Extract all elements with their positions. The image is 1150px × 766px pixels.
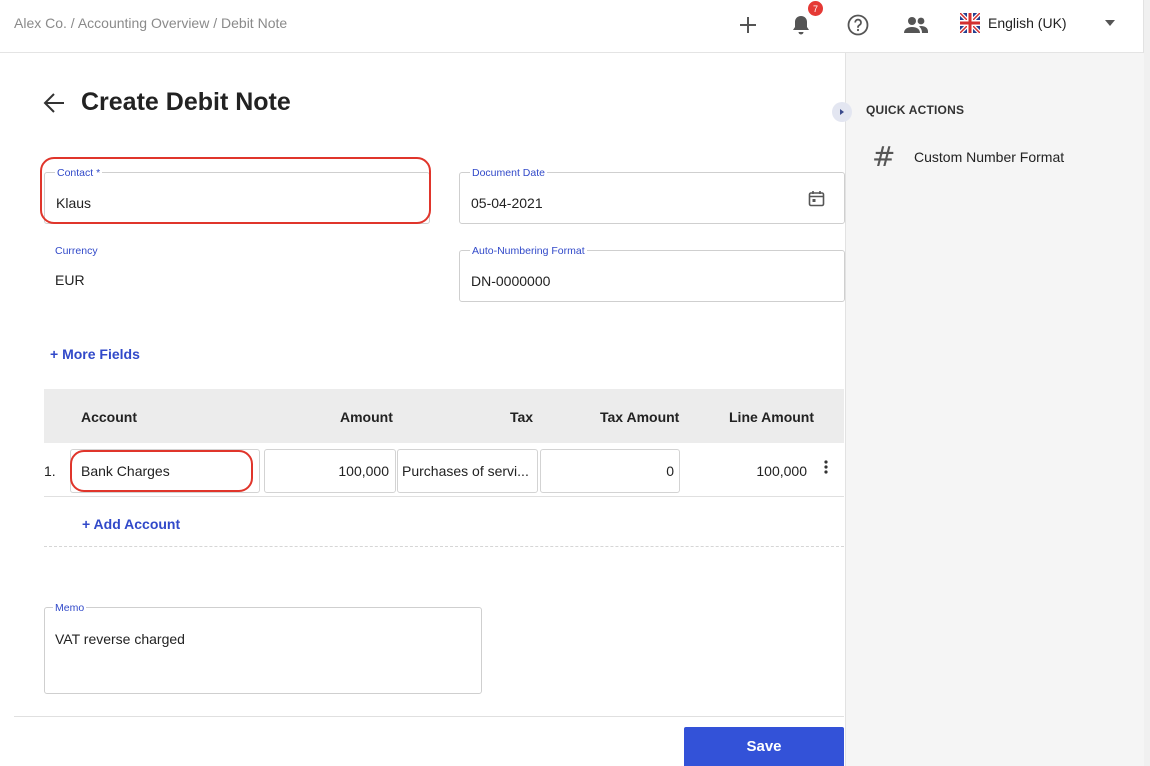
- quick-action-custom-number-format[interactable]: # Custom Number Format: [872, 140, 1064, 173]
- quick-action-label: Custom Number Format: [914, 148, 1065, 165]
- add-account-link[interactable]: + Add Account: [82, 516, 180, 532]
- breadcrumb-separator: /: [66, 15, 78, 31]
- breadcrumb-separator: /: [209, 15, 222, 31]
- line-amount-value: 100,000: [756, 463, 807, 479]
- breadcrumb-item-debit-note: Debit Note: [221, 15, 288, 31]
- panel-toggle-button[interactable]: [832, 102, 852, 122]
- bell-icon: [793, 16, 809, 35]
- breadcrumb-item-company[interactable]: Alex Co.: [14, 15, 67, 31]
- dashed-divider: [44, 546, 844, 547]
- add-button[interactable]: [733, 10, 763, 40]
- language-selector[interactable]: English (UK): [960, 13, 1067, 33]
- more-vertical-icon[interactable]: [822, 460, 830, 474]
- account-highlight: [70, 450, 253, 492]
- language-label: English (UK): [988, 15, 1067, 31]
- currency-value: EUR: [55, 272, 85, 288]
- auto-numbering-value: DN-0000000: [471, 273, 551, 289]
- row-divider: [44, 496, 844, 497]
- column-header-line-amount: Line Amount: [729, 409, 815, 425]
- plus-icon: [740, 17, 756, 33]
- column-header-account: Account: [81, 409, 137, 425]
- page-title: Create Debit Note: [81, 88, 291, 116]
- row-index: 1.: [44, 463, 56, 479]
- table-header: Account Amount Tax Tax Amount Line Amoun…: [44, 389, 844, 443]
- memo-value: VAT reverse charged: [55, 631, 185, 647]
- save-button[interactable]: Save: [684, 727, 844, 766]
- calendar-icon[interactable]: [808, 190, 825, 207]
- tax-select[interactable]: Purchases of servi...: [397, 449, 538, 493]
- amount-value: 100,000: [338, 463, 389, 479]
- tax-value: Purchases of servi...: [402, 463, 529, 479]
- scrollbar-track[interactable]: [1143, 0, 1150, 766]
- tax-amount-value: 0: [666, 463, 674, 479]
- users-icon: [904, 17, 928, 33]
- quick-actions-title: QUICK ACTIONS: [866, 103, 965, 117]
- memo-field[interactable]: Memo VAT reverse charged: [44, 602, 482, 694]
- uk-flag-icon: [960, 13, 980, 33]
- hash-icon: #: [872, 140, 896, 173]
- currency-label: Currency: [55, 245, 98, 257]
- more-fields-link[interactable]: + More Fields: [50, 346, 140, 362]
- footer-divider: [14, 716, 844, 717]
- column-header-tax: Tax: [510, 409, 534, 425]
- column-header-tax-amount: Tax Amount: [600, 409, 680, 425]
- document-date-label: Document Date: [470, 167, 547, 179]
- breadcrumb: Alex Co. / Accounting Overview / Debit N…: [14, 15, 287, 31]
- users-button[interactable]: [901, 10, 931, 40]
- notification-count-badge: 7: [808, 1, 823, 16]
- breadcrumb-item-accounting-overview[interactable]: Accounting Overview: [78, 15, 210, 31]
- contact-highlight: [40, 157, 431, 224]
- document-date-field[interactable]: Document Date 05-04-2021: [459, 167, 845, 224]
- auto-numbering-label: Auto-Numbering Format: [470, 245, 587, 257]
- help-icon: [847, 14, 869, 36]
- column-header-amount: Amount: [340, 409, 393, 425]
- top-bar: Alex Co. / Accounting Overview / Debit N…: [0, 0, 1143, 53]
- document-date-value: 05-04-2021: [471, 195, 543, 211]
- back-arrow-icon[interactable]: [42, 90, 68, 116]
- memo-label: Memo: [53, 602, 87, 614]
- auto-numbering-field[interactable]: Auto-Numbering Format DN-0000000: [459, 245, 845, 302]
- help-button[interactable]: [843, 10, 873, 40]
- chevron-down-icon[interactable]: [1104, 19, 1116, 27]
- amount-cell[interactable]: 100,000: [264, 449, 396, 493]
- caret-right-icon: [840, 109, 844, 115]
- tax-amount-cell[interactable]: 0: [540, 449, 680, 493]
